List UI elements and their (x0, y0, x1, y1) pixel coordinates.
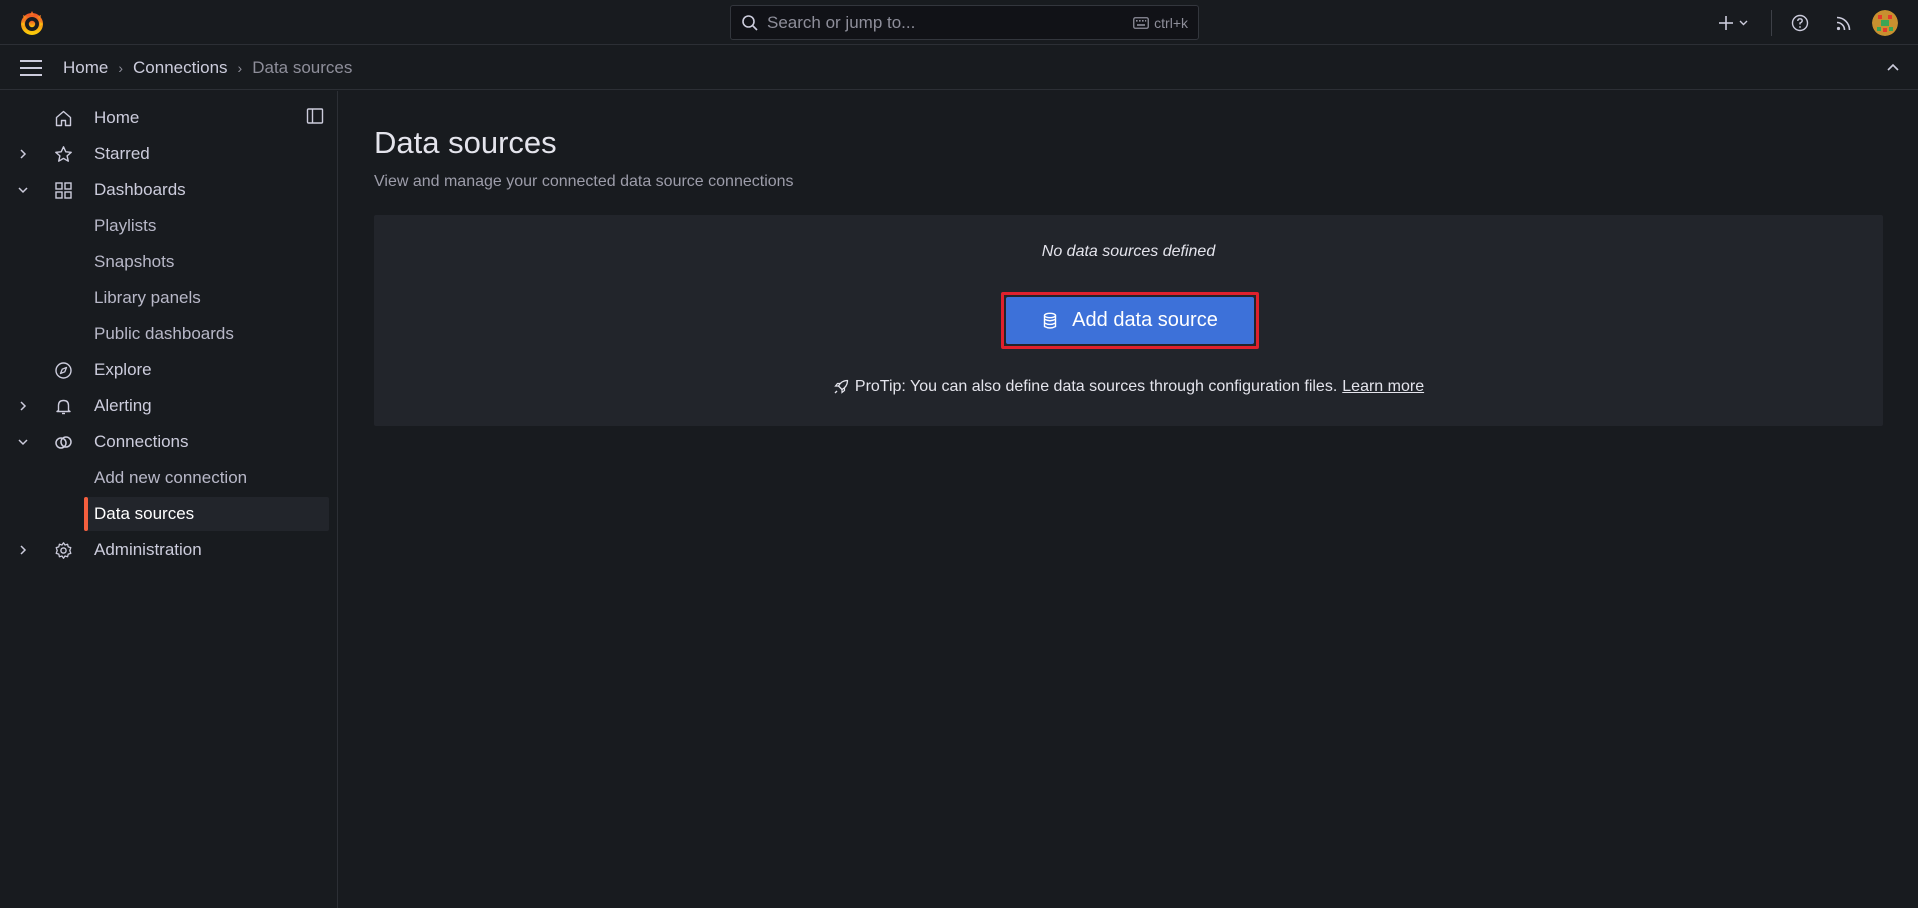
sidebar-item-label: Playlists (94, 216, 157, 235)
sidebar-item-label: Administration (94, 540, 202, 559)
sidebar-item-public-dashboards[interactable]: Public dashboards (0, 317, 330, 351)
search-input[interactable]: Search or jump to... ctrl+k (730, 5, 1199, 40)
breadcrumb-data-sources: Data sources (252, 57, 353, 77)
star-icon (55, 146, 72, 162)
sidebar-item-label: Dashboards (94, 180, 186, 199)
user-avatar[interactable] (1872, 9, 1898, 36)
chevron-down-icon[interactable] (16, 435, 30, 449)
sidebar-item-label: Alerting (94, 396, 152, 415)
add-data-source-label: Add data source (1072, 309, 1218, 331)
sidebar-item-label: Add new connection (94, 468, 248, 487)
sidebar-item-library-panels[interactable]: Library panels (0, 281, 330, 315)
chevron-right-icon[interactable] (16, 147, 30, 161)
grafana-logo-icon[interactable] (18, 9, 46, 37)
add-data-source-button[interactable]: Add data source (1006, 297, 1254, 344)
sidebar-item-label: Explore (94, 360, 152, 379)
chevron-right-icon[interactable] (16, 399, 30, 413)
sidebar-item-label: Home (94, 108, 140, 127)
rocket-icon (834, 379, 849, 394)
cog-icon (55, 542, 72, 559)
sidebar-item-add-new-connection[interactable]: Add new connection (0, 461, 330, 495)
breadcrumb-bar: Home › Connections › Data sources (0, 45, 1918, 90)
database-icon (1043, 312, 1057, 329)
empty-state-panel: No data sources defined Add data source … (374, 215, 1883, 426)
sidebar-item-connections[interactable]: Connections (0, 425, 330, 459)
plus-icon (1719, 15, 1748, 30)
sidebar-item-dashboards[interactable]: Dashboards (0, 173, 330, 207)
sidebar-item-label: Snapshots (94, 252, 175, 271)
rss-icon (1836, 16, 1851, 30)
top-bar: Search or jump to... ctrl+k (0, 0, 1918, 45)
search-placeholder: Search or jump to... (767, 12, 916, 32)
sidebar-item-label: Public dashboards (94, 324, 234, 343)
empty-state-message: No data sources defined (1041, 243, 1216, 260)
shortcut-label: ctrl+k (1154, 14, 1188, 31)
question-circle-icon (1791, 14, 1809, 31)
sidebar-item-explore[interactable]: Explore (0, 353, 330, 387)
add-data-source-highlight: Add data source (1001, 292, 1259, 349)
breadcrumb: Home › Connections › Data sources (63, 45, 352, 90)
breadcrumb-home[interactable]: Home (63, 58, 108, 78)
sidebar-item-label: Data sources (94, 504, 195, 523)
chevron-right-icon[interactable] (16, 543, 30, 557)
sidebar-nav: Home Starred Dashboards Playlists Snapsh… (0, 91, 338, 908)
chevron-up-icon[interactable] (1884, 59, 1902, 77)
sidebar-item-data-sources[interactable]: Data sources (84, 497, 329, 531)
menu-icon[interactable] (20, 59, 42, 77)
protip: ProTip: You can also define data sources… (374, 378, 1883, 396)
link-icon (55, 436, 72, 449)
page-subtitle: View and manage your connected data sour… (374, 173, 794, 190)
chevron-right-icon: › (237, 59, 243, 76)
home-icon (55, 110, 72, 127)
sidebar-item-administration[interactable]: Administration (0, 533, 330, 567)
sidebar-item-label: Library panels (94, 288, 201, 307)
sidebar-item-snapshots[interactable]: Snapshots (0, 245, 330, 279)
sidebar-item-starred[interactable]: Starred (0, 137, 330, 171)
top-right-actions (1713, 0, 1918, 45)
sidebar-item-home[interactable]: Home (0, 101, 330, 135)
page-title: Data sources (374, 125, 557, 160)
sidebar-item-label: Connections (94, 432, 189, 451)
compass-icon (55, 362, 72, 379)
keyboard-icon (1133, 16, 1150, 29)
help-button[interactable] (1784, 7, 1816, 39)
shortcut-hint: ctrl+k (1133, 15, 1188, 31)
search-icon (742, 14, 758, 31)
protip-text: ProTip: You can also define data sources… (854, 378, 1338, 395)
apps-icon (55, 182, 72, 199)
sidebar-item-playlists[interactable]: Playlists (0, 209, 330, 243)
new-menu-button[interactable] (1713, 7, 1757, 39)
breadcrumb-connections[interactable]: Connections (133, 58, 228, 78)
sidebar-item-alerting[interactable]: Alerting (0, 389, 330, 423)
chevron-right-icon: › (118, 59, 124, 76)
chevron-down-icon[interactable] (16, 183, 30, 197)
news-button[interactable] (1828, 7, 1860, 39)
learn-more-link[interactable]: Learn more (1342, 378, 1424, 396)
bell-icon (56, 399, 71, 415)
main-content: Data sources View and manage your connec… (339, 91, 1918, 908)
sidebar-item-label: Starred (94, 144, 150, 163)
toolbar-divider (1771, 9, 1772, 36)
